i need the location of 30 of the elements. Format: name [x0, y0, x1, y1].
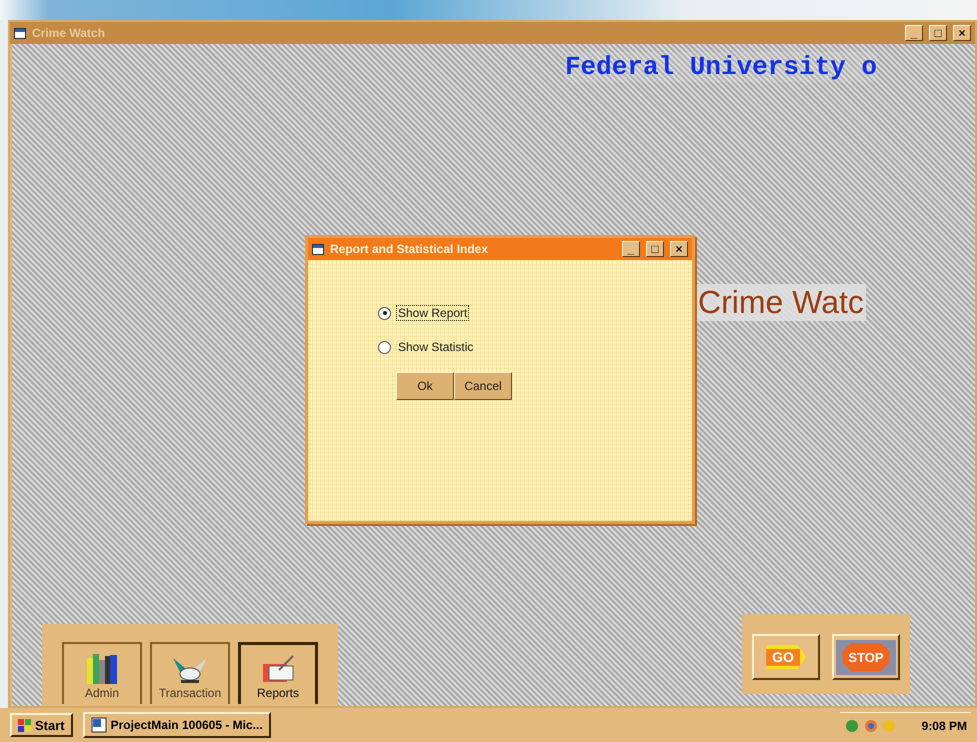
document-icon: [90, 717, 107, 733]
minimize-button[interactable]: _: [622, 241, 640, 257]
close-button[interactable]: ×: [953, 25, 971, 41]
heading-text: Federal University o: [564, 52, 877, 82]
window-icon: [14, 28, 26, 38]
taskbar-task-button[interactable]: ProjectMain 100605 - Mic...: [82, 712, 271, 738]
toolbar-button[interactable]: Admin: [62, 642, 142, 704]
cancel-button[interactable]: Cancel: [454, 372, 512, 400]
report-icon: [261, 654, 295, 684]
window-icon: [312, 244, 324, 254]
clock-text: 9:08 PM: [922, 718, 967, 732]
ok-button[interactable]: Ok: [396, 372, 454, 400]
windows-logo-icon: [18, 718, 32, 732]
dialog-title: Report and Statistical Index: [330, 242, 490, 256]
toolbar-button[interactable]: Reports: [238, 642, 318, 704]
stop-sign-label: STOP: [842, 642, 890, 672]
radio-label[interactable]: Show Statistic: [397, 340, 474, 354]
books-icon: [85, 652, 119, 684]
radio-button[interactable]: [378, 340, 391, 354]
start-button[interactable]: Start: [10, 713, 73, 737]
minimize-button[interactable]: _: [905, 25, 923, 41]
maximize-button[interactable]: □: [929, 25, 947, 41]
close-button[interactable]: ×: [670, 241, 688, 257]
maximize-button[interactable]: □: [646, 241, 664, 257]
radio-button[interactable]: [378, 306, 391, 320]
toolbar-button[interactable]: Transaction: [150, 642, 230, 704]
radio-label[interactable]: Show Report: [397, 306, 468, 320]
go-sign-label: GO: [766, 645, 806, 669]
window-title: Crime Watch: [32, 26, 106, 40]
caption-text: Crime Watc: [696, 284, 866, 321]
